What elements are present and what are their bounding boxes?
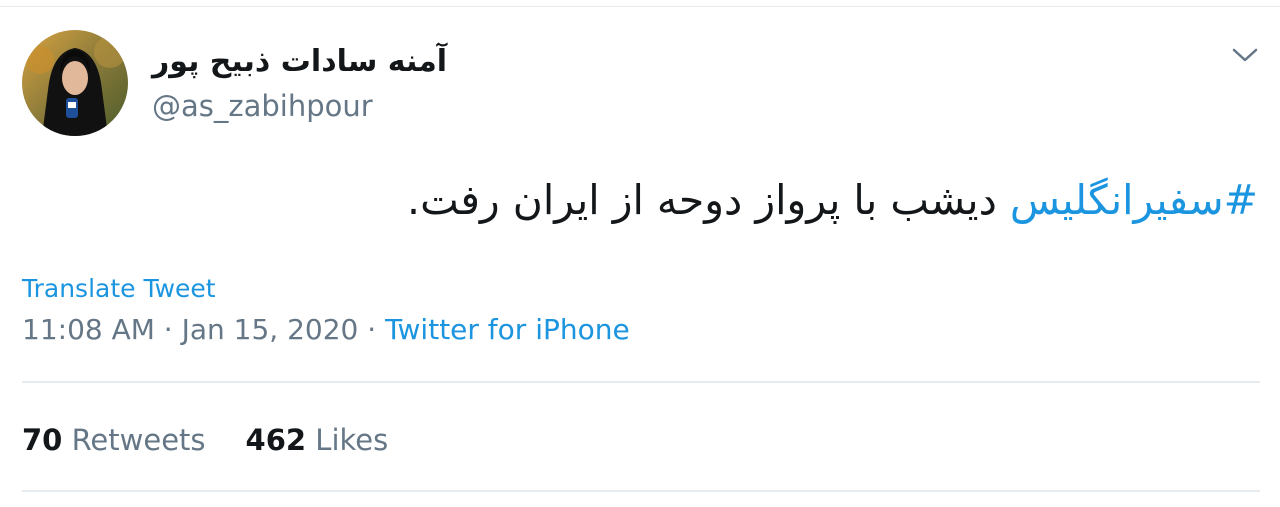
likes-stat[interactable]: 462 Likes — [246, 423, 389, 457]
tweet-source-link[interactable]: Twitter for iPhone — [385, 313, 630, 346]
author-handle[interactable]: @as_zabihpour — [152, 88, 373, 124]
tweet-text: #سفیرانگلیس دیشب با پرواز دوحه از ایران … — [407, 170, 1258, 230]
hashtag-link[interactable]: #سفیرانگلیس — [1010, 176, 1258, 224]
chevron-down-icon — [1232, 48, 1258, 62]
top-divider — [0, 6, 1280, 7]
likes-label: Likes — [315, 423, 389, 457]
avatar-photo — [22, 30, 128, 136]
meta-separator: · — [358, 313, 386, 346]
meta-separator: · — [154, 313, 182, 346]
stats-divider-top — [22, 381, 1260, 383]
stats-divider-bottom — [22, 490, 1260, 492]
tweet-date[interactable]: Jan 15, 2020 — [182, 313, 359, 346]
tweet-stats: 70 Retweets 462 Likes — [22, 420, 388, 460]
avatar[interactable] — [22, 30, 128, 136]
retweets-label: Retweets — [71, 423, 206, 457]
translate-tweet-link[interactable]: Translate Tweet — [22, 271, 216, 307]
tweet-body: دیشب با پرواز دوحه از ایران رفت. — [407, 176, 1010, 224]
author-display-name[interactable]: آمنه سادات ذبیح پور — [152, 42, 447, 82]
likes-count: 462 — [245, 423, 307, 457]
tweet-time[interactable]: 11:08 AM — [22, 313, 155, 346]
retweets-stat[interactable]: 70 Retweets — [22, 423, 206, 457]
tweet-menu-button[interactable] — [1228, 40, 1262, 70]
retweets-count: 70 — [22, 423, 63, 457]
tweet-metadata: 11:08 AM · Jan 15, 2020 · Twitter for iP… — [22, 310, 630, 350]
